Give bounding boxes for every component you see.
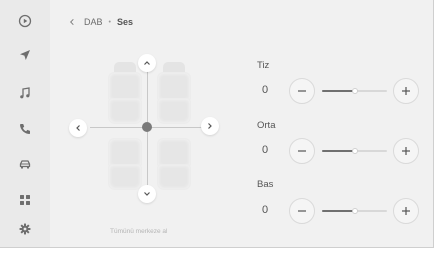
chevron-up-icon (144, 61, 150, 65)
bass-decrease-button[interactable] (289, 198, 315, 224)
phone-icon[interactable] (10, 114, 40, 144)
balance-right-button[interactable] (201, 117, 219, 135)
rear-left-cushion (108, 164, 142, 190)
fader-front-button[interactable] (138, 54, 156, 72)
chevron-down-icon (144, 192, 150, 196)
eq-band-value: 0 (262, 84, 269, 96)
chevron-left-icon (76, 125, 80, 131)
eq-band-value: 0 (262, 144, 269, 156)
fader-rear-button[interactable] (138, 185, 156, 203)
mid-decrease-button[interactable] (289, 138, 315, 164)
bass-slider-thumb[interactable] (351, 208, 358, 214)
treble-increase-button[interactable] (393, 78, 419, 104)
chevron-right-icon (208, 123, 212, 129)
mid-increase-button[interactable] (393, 138, 419, 164)
treble-slider-fill (322, 90, 355, 92)
balance-left-button[interactable] (69, 119, 87, 137)
media-play-icon[interactable] (10, 6, 40, 36)
eq-band-value: 0 (262, 204, 269, 216)
minus-icon (298, 150, 306, 152)
music-icon[interactable] (10, 78, 40, 108)
page-title: Ses (116, 17, 133, 27)
navigation-icon[interactable] (10, 40, 40, 70)
plus-icon (402, 147, 410, 155)
plus-icon (402, 207, 410, 215)
sidebar (0, 0, 50, 247)
eq-band-label: Bas (257, 179, 274, 190)
treble-decrease-button[interactable] (289, 78, 315, 104)
breadcrumb: DAB • Ses (66, 13, 133, 31)
bass-slider-fill (322, 210, 355, 212)
bass-slider[interactable] (322, 208, 387, 214)
bass-increase-button[interactable] (393, 198, 419, 224)
front-right-cushion (157, 98, 191, 124)
balance-position-marker[interactable] (142, 122, 152, 132)
speaker-balance-control[interactable] (60, 50, 235, 210)
screen: DAB • Ses Tümünü merkeze al Tiz 0 Orta 0… (0, 0, 434, 247)
settings-gear-icon[interactable] (10, 214, 40, 244)
treble-slider[interactable] (322, 88, 387, 94)
back-chevron-icon[interactable] (66, 16, 78, 28)
plus-icon (402, 87, 410, 95)
front-left-cushion (108, 98, 142, 124)
mid-slider-fill (322, 150, 355, 152)
mid-slider[interactable] (322, 148, 387, 154)
breadcrumb-separator: • (108, 18, 111, 26)
center-all-button[interactable]: Tümünü merkeze al (110, 228, 167, 235)
eq-band-label: Orta (257, 120, 276, 131)
mid-slider-thumb[interactable] (351, 148, 358, 154)
car-icon[interactable] (10, 149, 40, 179)
bottom-bar (0, 247, 434, 258)
treble-slider-thumb[interactable] (351, 88, 358, 94)
minus-icon (298, 90, 306, 92)
rear-right-cushion (157, 164, 191, 190)
apps-grid-icon[interactable] (10, 185, 40, 215)
eq-band-label: Tiz (257, 60, 270, 71)
minus-icon (298, 210, 306, 212)
breadcrumb-source[interactable]: DAB (84, 17, 103, 27)
